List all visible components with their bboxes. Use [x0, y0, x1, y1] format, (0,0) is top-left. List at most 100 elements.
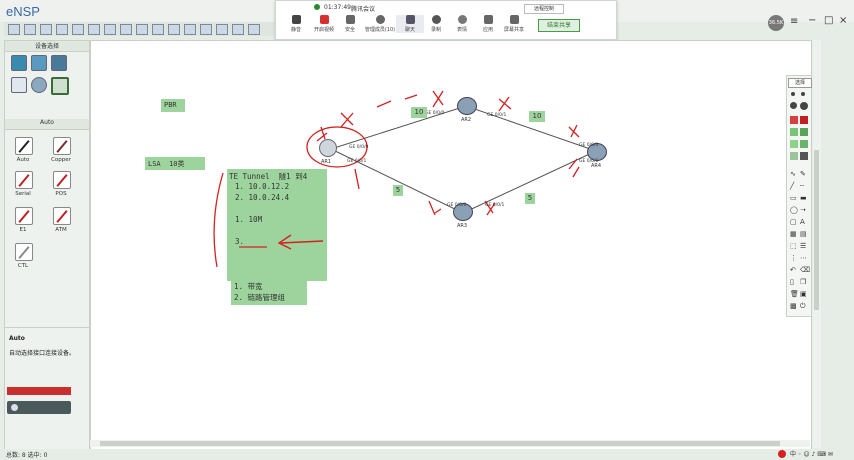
- delete-icon[interactable]: [168, 24, 180, 35]
- save-icon[interactable]: [56, 24, 68, 35]
- router-ar1-icon[interactable]: [319, 139, 337, 157]
- port-ar4-bot: GE 0/0/1: [579, 159, 599, 164]
- chat-button[interactable]: 聊天: [396, 15, 424, 33]
- vertical-scrollbar[interactable]: [813, 40, 821, 448]
- cost-ar3-ar4[interactable]: 5: [525, 193, 535, 204]
- ink-dash-1: [376, 94, 418, 108]
- start-icon[interactable]: [200, 24, 212, 35]
- cost-ar1-ar3[interactable]: 5: [393, 185, 403, 196]
- undo-icon[interactable]: [104, 24, 116, 35]
- share-screen-button[interactable]: 屏幕共享: [500, 15, 528, 33]
- zoom-slider[interactable]: [7, 401, 71, 414]
- members-button[interactable]: 管理成员(10): [362, 15, 398, 33]
- wave-line-icon[interactable]: ∿: [790, 170, 796, 178]
- rect-icon[interactable]: ▭: [790, 194, 797, 202]
- crop-icon[interactable]: ⬚: [790, 242, 797, 250]
- mute-button[interactable]: 静音: [282, 15, 310, 33]
- hscroll-thumb[interactable]: [100, 441, 780, 446]
- emoji-button[interactable]: 表情: [448, 15, 476, 33]
- router-ar2-icon[interactable]: [457, 97, 477, 115]
- trash-icon[interactable]: 🗑: [790, 290, 799, 298]
- ctl-cable-icon[interactable]: [15, 243, 33, 261]
- copy-icon[interactable]: ❐: [800, 278, 806, 286]
- palette-header[interactable]: 选择: [788, 78, 812, 88]
- color-gray-icon[interactable]: [800, 152, 808, 160]
- video-button[interactable]: 开启视频: [310, 15, 338, 33]
- signal-icon: [314, 4, 320, 10]
- ellipsis-icon[interactable]: ⋯: [800, 254, 807, 262]
- topology-canvas[interactable]: PBR LSA 10类 TE Tunnel 隧1 到4 1. 10.0.12.2…: [90, 40, 812, 450]
- color-green3-icon[interactable]: [800, 140, 808, 148]
- e1-cable-icon[interactable]: [15, 207, 33, 225]
- pen-icon[interactable]: ✎: [800, 170, 806, 178]
- atm-cable-label: ATM: [55, 227, 67, 233]
- menu-icon[interactable]: ≡: [790, 16, 798, 27]
- text-box-icon[interactable]: ▢: [790, 218, 797, 226]
- ink-cross-1: [340, 112, 354, 128]
- line-icon[interactable]: ╱: [790, 182, 794, 190]
- stop-icon[interactable]: [216, 24, 228, 35]
- dash-line-icon[interactable]: ┄: [800, 182, 804, 190]
- end-share-button[interactable]: 结束共享: [538, 19, 580, 32]
- select-icon[interactable]: [136, 24, 148, 35]
- redo-icon[interactable]: [120, 24, 132, 35]
- maximize-icon[interactable]: □: [824, 15, 833, 26]
- router-category-icon[interactable]: [11, 55, 27, 71]
- auto-cable-icon[interactable]: [15, 137, 33, 155]
- list-icon[interactable]: ☰: [800, 242, 806, 250]
- serial-cable-icon[interactable]: [15, 171, 33, 189]
- color-green-icon[interactable]: [790, 128, 798, 136]
- color-red-icon[interactable]: [790, 116, 798, 124]
- color-lightgreen-icon[interactable]: [790, 140, 798, 148]
- capture-icon[interactable]: [232, 24, 244, 35]
- horizontal-scrollbar[interactable]: [90, 440, 810, 447]
- print-icon[interactable]: [88, 24, 100, 35]
- new-file-icon[interactable]: [8, 24, 20, 35]
- ellipse-icon[interactable]: ◯: [790, 206, 798, 214]
- pos-cable-icon[interactable]: [53, 171, 71, 189]
- color-pale-green-icon[interactable]: [790, 152, 798, 160]
- undo-draw-icon[interactable]: ↶: [790, 266, 796, 274]
- small-dot-icon-2[interactable]: [801, 92, 805, 96]
- dots-icon[interactable]: ⋮: [790, 254, 797, 262]
- apps-button[interactable]: 应用: [474, 15, 502, 33]
- cable-category-icon[interactable]: [51, 77, 69, 95]
- topo-icon[interactable]: [248, 24, 260, 35]
- cost-ar1-ar2[interactable]: 10: [411, 107, 427, 118]
- color-green2-icon[interactable]: [800, 128, 808, 136]
- cloud-category-icon[interactable]: [31, 77, 47, 93]
- eraser-icon[interactable]: ⌫: [800, 266, 810, 274]
- atm-cable-icon[interactable]: [53, 207, 71, 225]
- text-tool-icon[interactable]: A: [800, 218, 805, 226]
- page-icon[interactable]: ▯: [790, 278, 794, 286]
- cost-ar2-ar4[interactable]: 10: [529, 111, 545, 122]
- save-as-icon[interactable]: [72, 24, 84, 35]
- grid-icon[interactable]: ▦: [790, 230, 797, 238]
- slider-handle[interactable]: [11, 404, 18, 411]
- open-icon[interactable]: [40, 24, 52, 35]
- security-button[interactable]: 安全: [336, 15, 364, 33]
- wlan-category-icon[interactable]: [51, 55, 67, 71]
- close-icon[interactable]: ×: [839, 15, 847, 26]
- table-icon[interactable]: ▤: [800, 230, 807, 238]
- image-icon[interactable]: ▩: [790, 302, 797, 310]
- rect-fill-icon[interactable]: ▬: [800, 194, 807, 202]
- hand-icon[interactable]: [152, 24, 164, 35]
- ime-icon[interactable]: [778, 450, 786, 458]
- scrollbar-thumb[interactable]: [814, 150, 819, 310]
- medium-dot-icon[interactable]: [790, 102, 797, 109]
- save-draw-icon[interactable]: ▣: [800, 290, 807, 298]
- arrow-icon[interactable]: ➝: [800, 206, 806, 214]
- minimize-icon[interactable]: −: [808, 15, 816, 26]
- copper-cable-icon[interactable]: [53, 137, 71, 155]
- switch-category-icon[interactable]: [31, 55, 47, 71]
- pc-category-icon[interactable]: [11, 77, 27, 93]
- new-topo-icon[interactable]: [24, 24, 36, 35]
- record-button[interactable]: 录制: [422, 15, 450, 33]
- text-icon[interactable]: [184, 24, 196, 35]
- small-dot-icon[interactable]: [791, 92, 795, 96]
- large-dot-icon[interactable]: [800, 102, 808, 110]
- color-darkred-icon[interactable]: [800, 116, 808, 124]
- remote-control-button[interactable]: 远程控制: [524, 4, 564, 14]
- power-icon[interactable]: ⏻: [800, 302, 806, 311]
